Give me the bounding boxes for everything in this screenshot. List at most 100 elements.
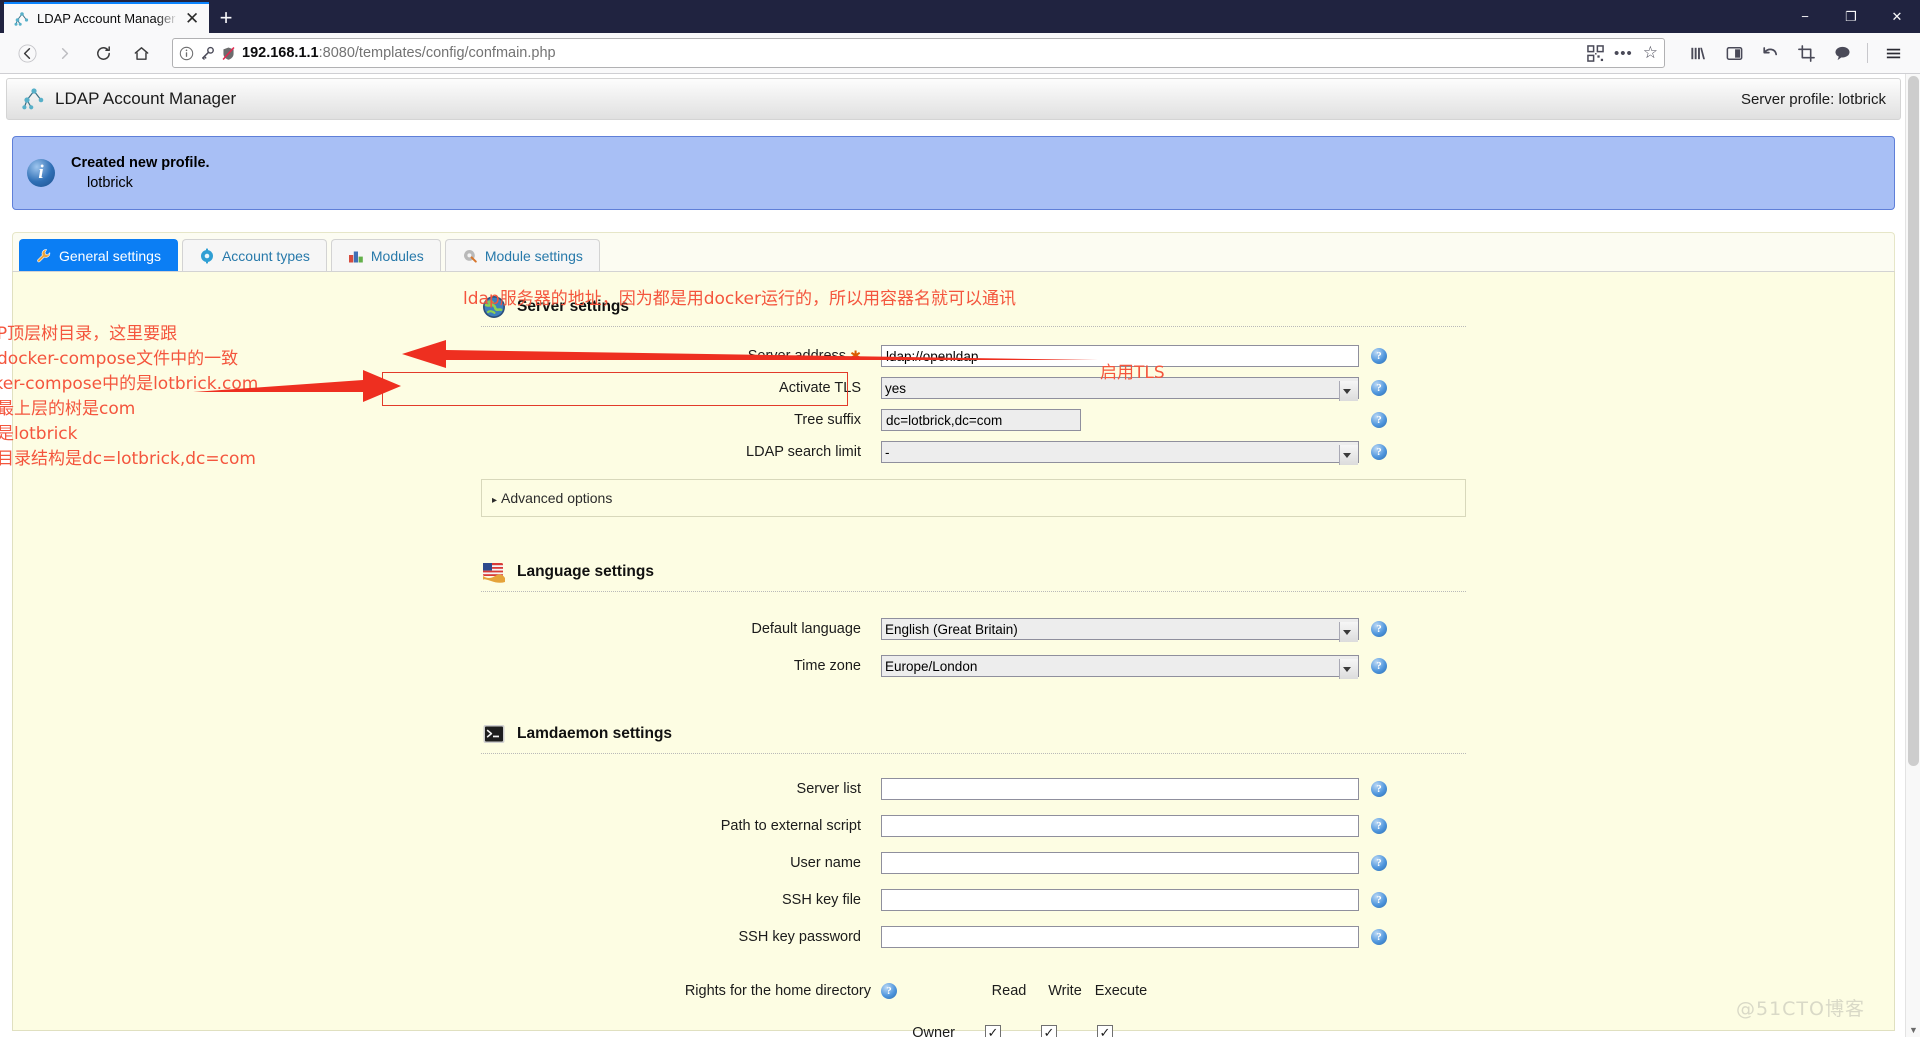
help-icon[interactable]: ? xyxy=(1371,658,1387,674)
annotation-server-address-note: ldap服务器的地址，因为都是用docker运行的，所以用容器名就可以通讯 xyxy=(463,289,1016,309)
annotation-line: 其次是lotbrick xyxy=(0,424,78,444)
field-label: Server address ✱ xyxy=(747,348,861,364)
section-divider xyxy=(481,753,1466,754)
hamburger-menu-icon[interactable] xyxy=(1876,37,1910,69)
library-icon[interactable] xyxy=(1681,37,1715,69)
help-icon[interactable]: ? xyxy=(1371,818,1387,834)
browser-navigation-bar: 192.168.1.1:8080/templates/config/confma… xyxy=(0,33,1920,74)
app-title: LDAP Account Manager xyxy=(55,89,237,108)
owner-write-checkbox[interactable]: ✓ xyxy=(1041,1024,1057,1037)
forward-button[interactable] xyxy=(48,37,82,69)
general-settings-panel: Server settings Server address ✱ ? Acti xyxy=(0,271,1895,1037)
help-icon[interactable]: ? xyxy=(1371,444,1387,460)
pocket-undo-icon[interactable] xyxy=(1753,37,1787,69)
sidebar-icon[interactable] xyxy=(1717,37,1751,69)
screenshot-crop-icon[interactable] xyxy=(1789,37,1823,69)
tab-modules[interactable]: Modules xyxy=(330,239,441,271)
tab-account-types[interactable]: Account types xyxy=(181,239,327,271)
page-scrollbar[interactable]: ▲ ▼ xyxy=(1905,74,1920,1037)
home-button[interactable] xyxy=(124,37,158,69)
address-bar[interactable]: 192.168.1.1:8080/templates/config/confma… xyxy=(172,38,1665,68)
ldap-tree-icon xyxy=(14,11,30,27)
default-language-select[interactable]: English (Great Britain) xyxy=(881,618,1359,640)
permission-column-headers: Read Write Execute xyxy=(981,983,1149,999)
status-message-text: Created new profile. lotbrick xyxy=(71,155,210,191)
advanced-options-toggle[interactable]: ▸ Advanced options xyxy=(492,490,612,506)
ssh-key-password-input[interactable] xyxy=(881,926,1359,948)
field-label: Time zone xyxy=(793,658,861,674)
more-actions-icon[interactable]: ••• xyxy=(1614,45,1633,62)
tab-general-settings[interactable]: General settings xyxy=(19,239,178,271)
qr-code-icon[interactable] xyxy=(1587,44,1604,62)
bar-blocks-icon xyxy=(348,248,364,264)
field-label: LDAP search limit xyxy=(746,444,861,460)
field-control: English (Great Britain) xyxy=(881,618,1359,640)
annotation-line: 其中最上层的树是com xyxy=(0,399,136,419)
ldap-search-limit-select[interactable]: - xyxy=(881,441,1359,463)
help-icon[interactable]: ? xyxy=(1371,380,1387,396)
field-label: User name xyxy=(790,855,861,871)
tab-label: Modules xyxy=(370,247,424,264)
scrollbar-thumb[interactable] xyxy=(1908,76,1919,766)
toolbar-divider xyxy=(1867,43,1868,63)
field-label: Tree suffix xyxy=(794,412,861,428)
help-icon[interactable]: ? xyxy=(881,983,897,999)
user-name-input[interactable] xyxy=(881,852,1359,874)
close-tab-icon[interactable]: ✕ xyxy=(185,10,201,27)
address-bar-url: 192.168.1.1:8080/templates/config/confma… xyxy=(242,45,1575,61)
owner-execute-checkbox[interactable]: ✓ xyxy=(1097,1024,1113,1037)
tab-strip: LDAP Account Manager Con ✕ + xyxy=(0,0,243,33)
status-message-title: Created new profile. xyxy=(71,155,210,171)
ssh-key-file-input[interactable] xyxy=(881,889,1359,911)
close-window-button[interactable]: ✕ xyxy=(1874,0,1920,33)
flag-icon xyxy=(481,559,507,585)
maximize-window-button[interactable]: ❐ xyxy=(1828,0,1874,33)
path-to-external-script-input[interactable] xyxy=(881,815,1359,837)
app-header: LDAP Account Manager Server profile: lot… xyxy=(6,78,1901,120)
field-label: Activate TLS xyxy=(779,380,861,396)
time-zone-select[interactable]: Europe/London xyxy=(881,655,1359,677)
field-label: SSH key file xyxy=(782,892,861,908)
back-button[interactable] xyxy=(10,37,44,69)
tracking-protection-disabled-icon[interactable] xyxy=(221,46,236,61)
browser-tab[interactable]: LDAP Account Manager Con ✕ xyxy=(4,2,209,33)
gear-blue-icon xyxy=(199,248,215,264)
field-control xyxy=(881,778,1359,800)
server-list-input[interactable] xyxy=(881,778,1359,800)
field-row-ldap-search-limit: LDAP search limit - ? xyxy=(481,437,1466,467)
help-icon[interactable]: ? xyxy=(1371,348,1387,364)
annotation-line: 所以目录结构是dc=lotbrick,dc=com xyxy=(0,449,256,469)
field-control xyxy=(881,852,1359,874)
watermark: @51CTO博客 xyxy=(1735,998,1865,1020)
scroll-down-icon[interactable]: ▼ xyxy=(1906,1022,1920,1037)
chat-bubble-icon[interactable] xyxy=(1825,37,1859,69)
help-icon[interactable]: ? xyxy=(1371,412,1387,428)
advanced-options-container: ▸ Advanced options xyxy=(481,479,1466,517)
permission-column-header: Read xyxy=(991,983,1027,999)
help-icon[interactable]: ? xyxy=(1371,892,1387,908)
terminal-icon xyxy=(481,721,507,747)
server-settings-section: Server settings Server address ✱ ? Acti xyxy=(481,294,1466,517)
url-host: 192.168.1.1 xyxy=(242,45,319,61)
new-tab-button[interactable]: + xyxy=(209,2,243,33)
permission-column-header: Write xyxy=(1048,983,1082,999)
gear-grey-icon xyxy=(462,248,478,264)
page-info-icon[interactable] xyxy=(179,46,194,61)
owner-read-checkbox[interactable]: ✓ xyxy=(985,1024,1001,1037)
minimize-window-button[interactable]: − xyxy=(1782,0,1828,33)
reload-button[interactable] xyxy=(86,37,120,69)
address-bar-actions: ••• ☆ xyxy=(1581,43,1658,63)
field-row-activate-tls: Activate TLS yes ? xyxy=(481,373,1466,403)
section-title: Lamdaemon settings xyxy=(517,725,673,742)
help-icon[interactable]: ? xyxy=(1371,929,1387,945)
help-icon[interactable]: ? xyxy=(1371,781,1387,797)
saved-password-key-icon[interactable] xyxy=(200,46,215,61)
lamdaemon-settings-heading: Lamdaemon settings xyxy=(481,721,1466,753)
help-icon[interactable]: ? xyxy=(1371,855,1387,871)
tree-suffix-input[interactable] xyxy=(881,409,1081,431)
server-profile-label: Server profile: lotbrick xyxy=(1740,90,1886,108)
status-message-subtitle: lotbrick xyxy=(87,175,133,191)
tab-module-settings[interactable]: Module settings xyxy=(444,239,600,271)
help-icon[interactable]: ? xyxy=(1371,621,1387,637)
bookmark-star-icon[interactable]: ☆ xyxy=(1643,43,1658,63)
